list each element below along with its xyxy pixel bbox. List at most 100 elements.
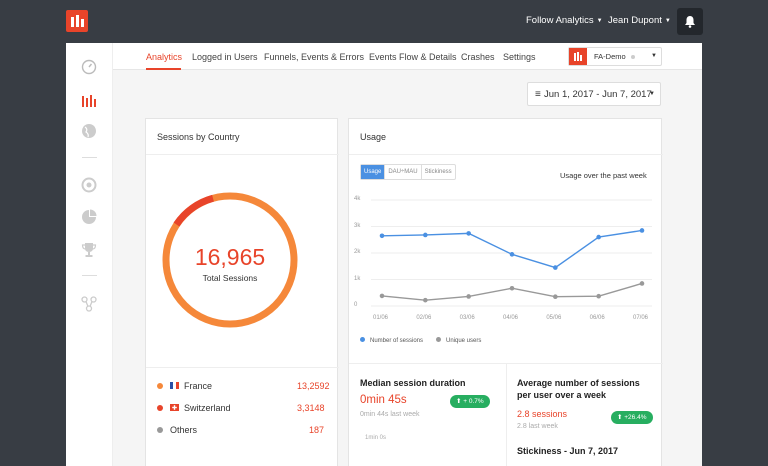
data-point[interactable] xyxy=(596,234,601,240)
analytics-nav: Analytics Logged in Users Funnels, Event… xyxy=(113,43,702,70)
usage-line-chart xyxy=(371,199,652,307)
arrow-up-icon: ⬆ xyxy=(617,414,623,421)
legend-bullet xyxy=(157,405,163,411)
x-tick-label: 06/06 xyxy=(589,315,605,321)
dashboard-icon[interactable] xyxy=(81,59,97,75)
total-sessions-value: 16,965 xyxy=(195,244,265,270)
median-session-previous: 0min 44s last week xyxy=(360,411,420,418)
median-session-title: Median session duration xyxy=(360,378,466,388)
card-title: Sessions by Country xyxy=(157,132,240,142)
date-range-value: Jun 1, 2017 - Jun 7, 2017 xyxy=(544,89,652,100)
y-tick-label: 1k xyxy=(354,275,361,282)
usage-card: Usage Usage DAU÷MAU Stickiness Usage ove… xyxy=(348,118,663,466)
data-point[interactable] xyxy=(553,294,558,300)
avg-sessions-title-line2: per user over a week xyxy=(517,390,607,400)
chart-caption: Usage over the past week xyxy=(560,171,647,180)
app-selector[interactable]: FA-Demo ▼ xyxy=(568,47,662,66)
data-point[interactable] xyxy=(639,281,645,286)
x-tick-label: 02/06 xyxy=(416,315,432,321)
tab-funnels-events-errors[interactable]: Funnels, Events & Errors xyxy=(264,52,364,62)
data-point[interactable] xyxy=(639,228,645,233)
legend-label: Unique users xyxy=(446,338,482,344)
x-tick-label: 05/06 xyxy=(546,315,562,321)
caret-down-icon: ▼ xyxy=(596,18,603,24)
france-flag-icon xyxy=(170,382,179,389)
sidebar-divider xyxy=(82,157,97,158)
median-axis-label: 1min 0s xyxy=(365,435,387,441)
sessions-donut: 16,965 Total Sessions xyxy=(162,192,298,328)
tab-dau-mau[interactable]: DAU÷MAU xyxy=(384,165,420,179)
x-tick-label: 03/06 xyxy=(459,315,475,321)
target-icon[interactable] xyxy=(81,177,97,193)
flow-icon[interactable] xyxy=(81,296,97,312)
analytics-icon[interactable] xyxy=(81,92,97,108)
avg-sessions-value: 2.8 sessions xyxy=(517,409,568,419)
data-point[interactable] xyxy=(379,233,385,239)
app-container: Analytics Logged in Users Funnels, Event… xyxy=(66,43,702,466)
x-tick-label: 07/06 xyxy=(633,315,649,321)
y-tick-label: 0 xyxy=(354,302,358,308)
legend-bullet xyxy=(157,383,163,389)
follow-analytics-menu[interactable]: Follow Analytics ▼ xyxy=(526,15,603,26)
notifications-button[interactable] xyxy=(677,8,703,35)
card-divider xyxy=(349,154,663,155)
legend-unique-users: Unique users xyxy=(436,337,481,344)
x-tick-label: 01/06 xyxy=(373,315,389,321)
metrics-divider xyxy=(506,363,507,466)
x-tick-label: 04/06 xyxy=(503,315,519,321)
country-value: 13,2592 xyxy=(297,381,330,391)
country-name: France xyxy=(184,381,213,391)
tab-usage[interactable]: Usage xyxy=(361,165,385,179)
date-range-picker[interactable]: ≡ Jun 1, 2017 - Jun 7, 2017 ▼ xyxy=(527,82,661,106)
tab-events-flow-details[interactable]: Events Flow & Details xyxy=(369,52,457,62)
data-point[interactable] xyxy=(466,294,471,299)
top-bar: Follow Analytics ▼ Jean Dupont ▼ xyxy=(0,0,768,43)
data-point[interactable] xyxy=(596,293,601,299)
country-value: 3,3148 xyxy=(297,403,325,413)
tab-logged-in-users[interactable]: Logged in Users xyxy=(192,52,258,62)
sidebar-divider xyxy=(82,275,97,276)
pie-chart-icon[interactable] xyxy=(81,209,97,225)
arrow-up-icon: ⬆ xyxy=(456,398,462,405)
chevron-down-icon: ▼ xyxy=(649,91,655,97)
data-point[interactable] xyxy=(423,232,428,238)
chevron-down-icon: ▼ xyxy=(651,53,657,59)
change-value: + 0.7% xyxy=(463,398,484,405)
data-point[interactable] xyxy=(509,252,515,257)
change-value: +26.4% xyxy=(624,414,647,421)
active-tab-indicator xyxy=(146,68,181,70)
list-icon: ≡ xyxy=(535,89,541,100)
stickiness-title: Stickiness - Jun 7, 2017 xyxy=(517,446,619,456)
legend-dot xyxy=(360,337,365,342)
app-logo[interactable] xyxy=(66,10,88,32)
median-session-value: 0min 45s xyxy=(360,394,407,406)
avg-sessions-previous: 2.8 last week xyxy=(517,423,558,430)
legend-dot xyxy=(436,337,441,342)
series-line-sessions xyxy=(381,229,643,269)
tab-stickiness[interactable]: Stickiness xyxy=(420,165,455,179)
data-point[interactable] xyxy=(423,297,428,303)
app-name: FA-Demo xyxy=(594,52,626,61)
tab-crashes[interactable]: Crashes xyxy=(461,52,495,62)
user-menu[interactable]: Jean Dupont ▼ xyxy=(608,15,671,26)
data-point[interactable] xyxy=(553,265,558,270)
sidebar xyxy=(66,43,113,466)
y-tick-label: 3k xyxy=(354,222,361,229)
legend-sessions: Number of sessions xyxy=(360,337,423,344)
data-point[interactable] xyxy=(466,231,471,236)
globe-icon[interactable] xyxy=(81,123,97,139)
data-point[interactable] xyxy=(379,293,385,299)
caret-down-icon: ▼ xyxy=(664,18,671,24)
country-name: Others xyxy=(170,425,198,435)
app-badge-icon xyxy=(569,48,587,65)
donut-segment-switzerland xyxy=(173,194,215,227)
tab-settings[interactable]: Settings xyxy=(503,52,536,62)
app-status-dot xyxy=(631,55,635,59)
y-tick-label: 2k xyxy=(354,249,361,255)
data-point[interactable] xyxy=(509,285,515,291)
country-name: Switzerland xyxy=(184,403,231,413)
card-title: Usage xyxy=(360,132,387,142)
trophy-icon[interactable] xyxy=(81,242,97,258)
legend-bullet xyxy=(157,427,163,433)
tab-analytics[interactable]: Analytics xyxy=(146,52,182,62)
